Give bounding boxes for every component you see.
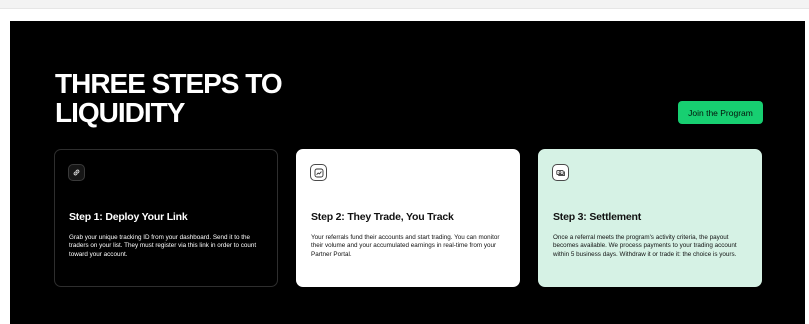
- section-headline: THREE STEPS TO LIQUIDITY: [55, 68, 283, 128]
- step-description: Your referrals fund their accounts and s…: [311, 234, 500, 258]
- step-description: Once a referral meets the program's acti…: [553, 234, 737, 258]
- step-title: Step 1: Deploy Your Link: [69, 211, 188, 223]
- step-card-3: Step 3: Settlement Once a referral meets…: [538, 149, 762, 287]
- step-card-2: Step 2: They Trade, You Track Your refer…: [296, 149, 520, 287]
- step-card-1: Step 1: Deploy Your Link Grab your uniqu…: [54, 149, 278, 287]
- chart-icon: [310, 164, 327, 181]
- step-title: Step 2: They Trade, You Track: [311, 211, 454, 223]
- steps-section: THREE STEPS TO LIQUIDITY Join the Progra…: [10, 21, 805, 324]
- step-title: Step 3: Settlement: [553, 211, 642, 223]
- link-icon: [68, 164, 85, 181]
- cash-icon: [552, 164, 569, 181]
- step-description: Grab your unique tracking ID from your d…: [69, 234, 257, 258]
- join-program-button[interactable]: Join the Program: [678, 101, 763, 124]
- top-strip: [0, 0, 809, 9]
